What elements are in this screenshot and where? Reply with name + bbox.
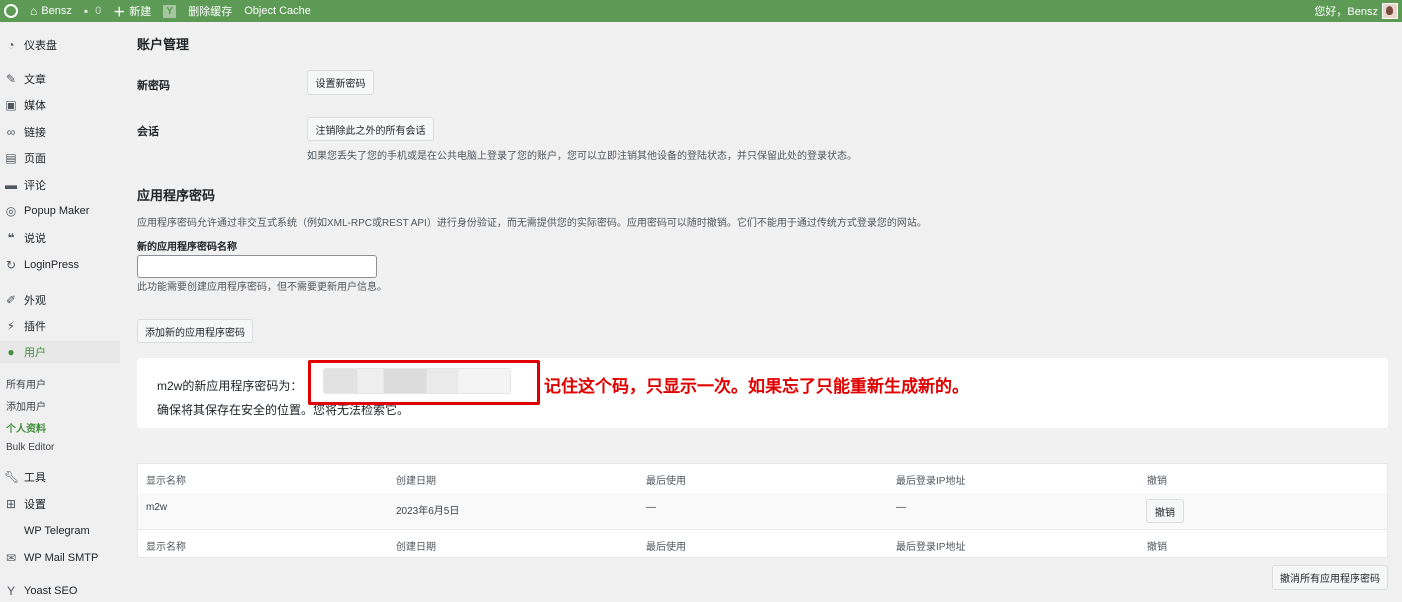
app-passwords-table: 显示名称 创建日期 最后使用 最后登录IP地址 撤销 m2w 2023年6月5日…	[137, 463, 1388, 558]
user-icon: ●	[7, 345, 15, 359]
annotation-text: 记住这个码，只显示一次。如果忘了只能重新生成新的。	[544, 377, 969, 397]
submenu-profile[interactable]: 个人资料	[6, 420, 46, 435]
col-last-used-footer: 最后使用	[646, 542, 686, 553]
row-last-used: —	[646, 502, 656, 513]
col-last-ip-footer: 最后登录IP地址	[896, 542, 966, 553]
row-last-ip: —	[896, 502, 906, 513]
col-created-footer: 创建日期	[396, 542, 436, 553]
new-content-link[interactable]: ＋新建	[107, 0, 157, 22]
col-last-used-header: 最后使用	[646, 476, 686, 487]
menu-popup-maker[interactable]: ◎ Popup Maker	[0, 200, 120, 222]
table-row: m2w 2023年6月5日 — — 撤销	[138, 493, 1387, 530]
dashboard-icon: ◔	[7, 38, 15, 52]
col-last-ip-header: 最后登录IP地址	[896, 476, 966, 487]
new-app-password-name-input[interactable]	[137, 255, 377, 278]
submenu-all-users[interactable]: 所有用户	[6, 376, 46, 391]
menu-shuoshuo[interactable]: ❝ 说说	[0, 227, 120, 249]
admin-sidebar: ◔ 仪表盘 ✎ 文章 ▣ 媒体 ∞ 链接 ▤ 页面 ▬ 评论 ◎ Popup Maker ❝ 说…	[0, 22, 120, 598]
add-app-password-button[interactable]: 添加新的应用程序密码	[137, 319, 253, 343]
yoast-menu[interactable]: Y	[157, 0, 182, 22]
submenu-add-user[interactable]: 添加用户	[6, 398, 46, 413]
wp-logo-menu[interactable]	[0, 0, 24, 22]
plugin-icon: ⚡	[6, 319, 16, 333]
my-account-menu[interactable]: 您好，Bensz	[1308, 0, 1398, 22]
link-icon: ∞	[6, 125, 16, 139]
menu-pages[interactable]: ▤ 页面	[0, 147, 120, 169]
site-name-link[interactable]: ⌂ Bensz	[24, 0, 78, 22]
clear-cache-link[interactable]: 删除缓存	[182, 0, 238, 22]
avatar	[1382, 3, 1398, 19]
popup-icon: ◎	[5, 204, 17, 218]
app-passwords-title: 应用程序密码	[137, 188, 216, 203]
highlight-box	[308, 360, 540, 405]
home-icon: ⌂	[30, 4, 38, 18]
menu-appearance[interactable]: ✐ 外观	[0, 289, 120, 311]
admin-bar: ⌂ Bensz ▪ 0 ＋新建 Y 删除缓存 Object Cache 您好，Ben…	[0, 0, 1402, 22]
comments-link[interactable]: ▪ 0	[78, 0, 107, 22]
menu-comments[interactable]: ▬ 评论	[0, 174, 120, 196]
menu-settings[interactable]: ⊞ 设置	[0, 493, 120, 515]
new-app-password-name-label: 新的应用程序密码名称	[137, 242, 237, 253]
col-name-footer: 显示名称	[146, 542, 186, 553]
row-created: 2023年6月5日	[396, 506, 460, 517]
menu-media[interactable]: ▣ 媒体	[0, 94, 120, 116]
col-name-header: 显示名称	[146, 476, 186, 487]
sessions-description: 如果您丢失了您的手机或是在公共电脑上登录了您的账户，您可以立即注销其他设备的登陆…	[307, 151, 857, 162]
quote-icon: ❝	[7, 231, 15, 245]
col-revoke-footer: 撤销	[1147, 542, 1167, 553]
menu-yoast-seo[interactable]: Y Yoast SEO	[0, 580, 120, 602]
greeting: 您好，Bensz	[1314, 6, 1378, 18]
menu-posts[interactable]: ✎ 文章	[0, 68, 120, 90]
submenu-bulk-editor[interactable]: Bulk Editor	[6, 442, 54, 453]
menu-loginpress[interactable]: ↻ LoginPress	[0, 254, 120, 276]
menu-wp-telegram[interactable]: WP Telegram	[0, 520, 120, 542]
main-content: 账户管理 新密码 设置新密码 会话 注销除此之外的所有会话 如果您丢失了您的手机…	[120, 22, 1402, 596]
set-new-password-button[interactable]: 设置新密码	[307, 70, 374, 95]
pin-icon: ✎	[5, 72, 17, 86]
object-cache-link[interactable]: Object Cache	[238, 0, 317, 22]
new-password-label: 新密码	[137, 80, 170, 92]
logout-other-sessions-button[interactable]: 注销除此之外的所有会话	[307, 117, 434, 141]
revoke-all-app-passwords-button[interactable]: 撤消所有应用程序密码	[1272, 565, 1388, 590]
menu-users[interactable]: ● 用户	[0, 341, 120, 363]
new-app-password-notice: m2w的新应用程序密码为： 确保将其保存在安全的位置。您将无法检索它。 记住这个…	[137, 358, 1388, 428]
table-header-row: 显示名称 创建日期 最后使用 最后登录IP地址 撤销	[138, 464, 1387, 494]
menu-tools[interactable]: 🔧︎ 工具	[0, 466, 120, 488]
media-icon: ▣	[5, 98, 17, 112]
yoast-icon: Y	[163, 4, 177, 18]
brush-icon: ✐	[5, 293, 17, 307]
sessions-label: 会话	[137, 126, 159, 138]
page-icon: ▤	[5, 151, 17, 165]
comment-icon: ▬	[5, 178, 17, 192]
menu-dashboard[interactable]: ◔ 仪表盘	[0, 34, 120, 56]
plus-icon: ＋	[113, 4, 126, 19]
app-passwords-description: 应用程序密码允许通过非交互式系统（例如XML-RPC或REST API）进行身份…	[137, 218, 927, 229]
menu-wp-mail-smtp[interactable]: ✉ WP Mail SMTP	[0, 547, 120, 569]
account-management-title: 账户管理	[137, 37, 190, 52]
notice-prefix: m2w的新应用程序密码为：	[157, 379, 303, 393]
col-created-header: 创建日期	[396, 476, 436, 487]
menu-links[interactable]: ∞ 链接	[0, 121, 120, 143]
app-password-help-text: 此功能需要创建应用程序密码，但不需要更新用户信息。	[137, 282, 387, 293]
menu-plugins[interactable]: ⚡ 插件	[0, 315, 120, 337]
wrench-icon: 🔧︎	[4, 470, 20, 484]
revoke-button[interactable]: 撤销	[1146, 499, 1184, 523]
loginpress-icon: ↻	[5, 258, 17, 272]
table-footer-row: 显示名称 创建日期 最后使用 最后登录IP地址 撤销	[138, 530, 1387, 559]
comment-bubble-icon: ▪	[83, 4, 89, 18]
settings-icon: ⊞	[5, 497, 17, 511]
row-name: m2w	[146, 502, 168, 513]
mail-icon: ✉	[5, 551, 17, 565]
comments-count: 0	[95, 5, 102, 17]
col-revoke-header: 撤销	[1147, 476, 1167, 487]
wordpress-icon	[4, 4, 18, 18]
